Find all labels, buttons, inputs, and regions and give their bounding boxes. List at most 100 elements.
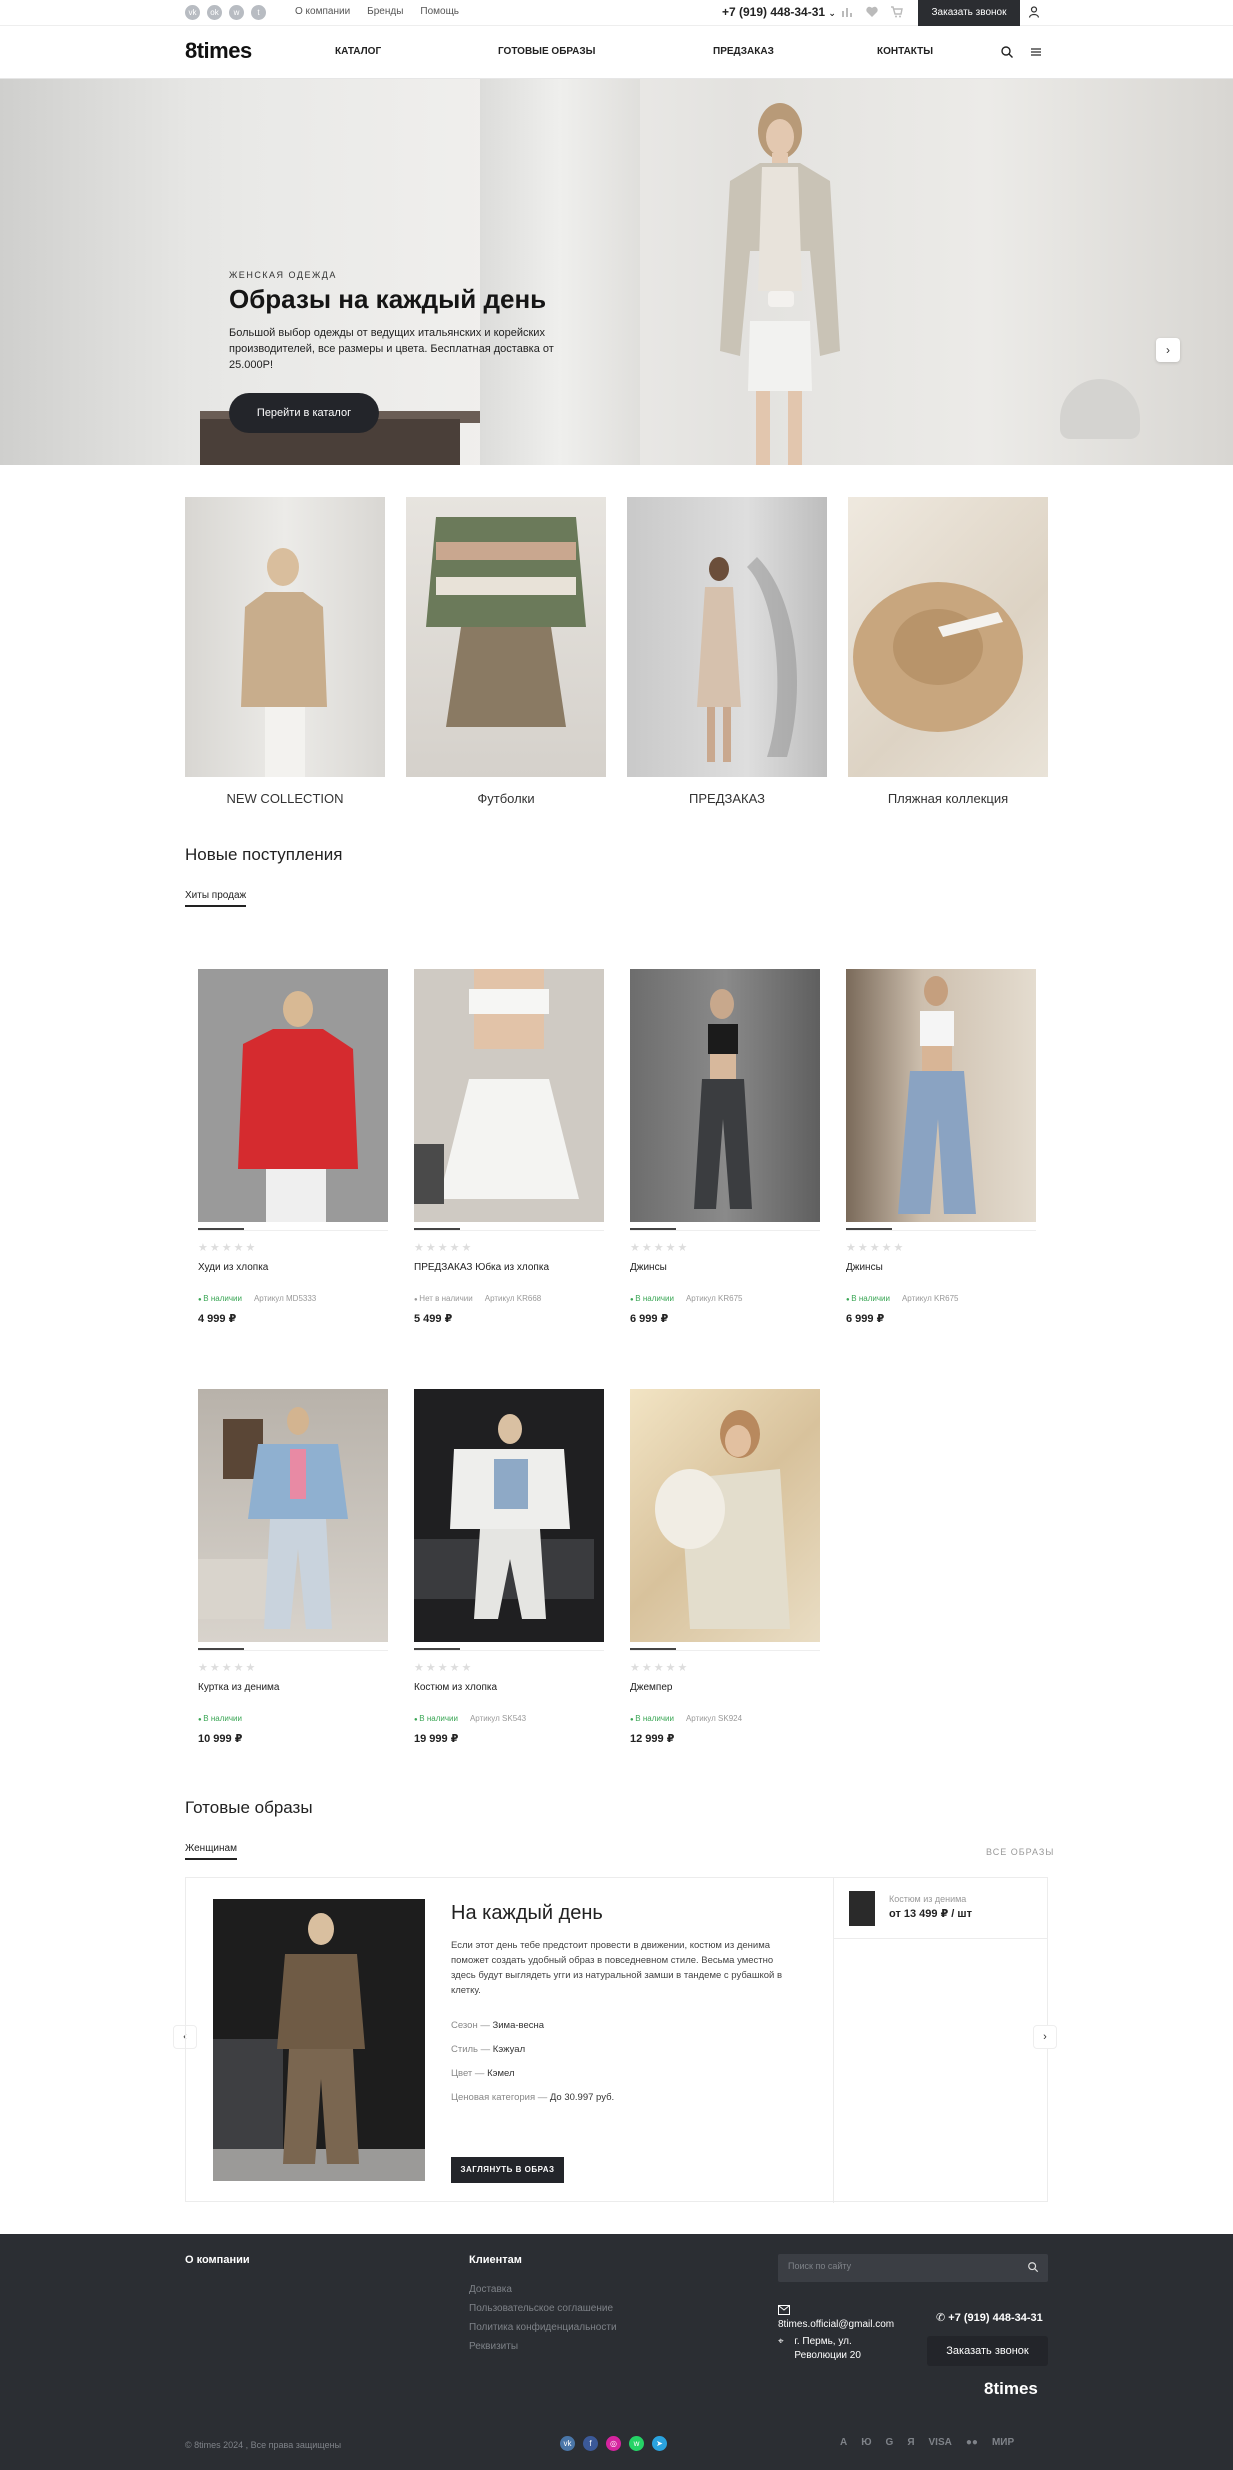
footer-company-heading[interactable]: О компании xyxy=(185,2254,250,2266)
telegram-icon[interactable]: t xyxy=(251,5,266,20)
product-name[interactable]: Джинсы xyxy=(846,1262,1036,1276)
logo[interactable]: 8times xyxy=(185,38,252,64)
view-outfit-button[interactable]: ЗАГЛЯНУТЬ В ОБРАЗ xyxy=(451,2157,564,2183)
footer-email[interactable]: 8times.official@gmail.com xyxy=(778,2305,894,2330)
outfits-title: Готовые образы xyxy=(185,1798,313,1817)
product-article: Артикул KR675 xyxy=(685,1294,743,1303)
telegram-icon[interactable]: ➤ xyxy=(652,2436,667,2451)
product-card[interactable]: ★★★★★ Худи из хлопка В наличии Артикул MD… xyxy=(198,969,388,1325)
yandex-pay-icon: Я xyxy=(907,2437,915,2448)
vk-icon[interactable]: vk xyxy=(560,2436,575,2451)
hero-bg-door xyxy=(480,79,640,465)
user-icon[interactable] xyxy=(1027,5,1041,19)
outfit-season: Сезон — Зима-весна xyxy=(451,2020,544,2031)
instagram-icon[interactable]: ◎ xyxy=(606,2436,621,2451)
rating-stars: ★★★★★ xyxy=(630,1662,690,1674)
attr-key: Ценовая категория — xyxy=(451,2092,550,2103)
tab-women[interactable]: Женщинам xyxy=(185,1843,237,1860)
product-name[interactable]: Джинсы xyxy=(630,1262,820,1276)
stock-status: В наличии xyxy=(198,1294,242,1303)
footer-social: vk f ◎ w ➤ xyxy=(560,2436,667,2451)
search-icon[interactable] xyxy=(1027,2261,1039,2273)
category-image xyxy=(406,497,606,777)
product-meta: В наличии Артикул SK924 xyxy=(630,1714,820,1723)
new-arrivals-title: Новые поступления xyxy=(185,845,343,864)
topbar-link-brands[interactable]: Бренды xyxy=(367,6,403,17)
stock-status: В наличии xyxy=(630,1294,674,1303)
nav-outfits[interactable]: ГОТОВЫЕ ОБРАЗЫ xyxy=(498,46,595,57)
stock-status: В наличии xyxy=(846,1294,890,1303)
product-name[interactable]: Джемпер xyxy=(630,1682,820,1696)
hero-title: Образы на каждый день xyxy=(229,284,547,314)
stock-status: В наличии xyxy=(414,1714,458,1723)
product-card[interactable]: ★★★★★ ПРЕДЗАКАЗ Юбка из хлопка Нет в нал… xyxy=(414,969,604,1325)
product-card[interactable]: ★★★★★ Джинсы В наличии Артикул KR675 6 99… xyxy=(846,969,1036,1325)
tab-bestsellers[interactable]: Хиты продаж xyxy=(185,890,247,907)
footer-link-agreement[interactable]: Пользовательское соглашение xyxy=(469,2303,613,2314)
nav-preorder[interactable]: ПРЕДЗАКАЗ xyxy=(713,46,774,57)
vk-icon[interactable]: vk xyxy=(185,5,200,20)
product-image xyxy=(846,969,1036,1222)
product-card[interactable]: ★★★★★ Куртка из денима В наличии 10 999 … xyxy=(198,1389,388,1745)
outfit-style: Стиль — Кэжуал xyxy=(451,2044,525,2055)
menu-icon[interactable] xyxy=(1029,45,1043,59)
product-card[interactable]: ★★★★★ Джинсы В наличии Артикул KR675 6 99… xyxy=(630,969,820,1325)
product-name[interactable]: ПРЕДЗАКАЗ Юбка из хлопка xyxy=(414,1262,604,1276)
category-label: Футболки xyxy=(477,791,535,806)
topbar: vk ok w t О компании Бренды Помощь +7 (9… xyxy=(0,0,1233,26)
topbar-link-about[interactable]: О компании xyxy=(295,6,350,17)
outfit-image[interactable] xyxy=(213,1899,425,2181)
location-icon: ⌖ xyxy=(778,2336,784,2347)
outfit-item-name[interactable]: Костюм из денима xyxy=(889,1894,966,1904)
topbar-phone[interactable]: +7 (919) 448-34-31 ⌄ xyxy=(722,5,836,19)
mail-icon xyxy=(778,2305,790,2315)
product-price: 19 999 ₽ xyxy=(414,1733,459,1745)
product-card[interactable]: ★★★★★ Джемпер В наличии Артикул SK924 12 … xyxy=(630,1389,820,1745)
nav-contacts[interactable]: КОНТАКТЫ xyxy=(877,46,933,57)
chevron-down-icon: ⌄ xyxy=(828,8,836,18)
footer-link-privacy[interactable]: Политика конфиденциальности xyxy=(469,2322,617,2333)
call-button[interactable]: Заказать звонок xyxy=(918,0,1020,26)
category-label: ПРЕДЗАКАЗ xyxy=(689,791,765,806)
attr-key: Цвет — xyxy=(451,2068,488,2079)
footer-link-delivery[interactable]: Доставка xyxy=(469,2284,512,2295)
outfit-item-price: от 13 499 ₽ / шт xyxy=(889,1908,972,1920)
gpay-icon: G xyxy=(885,2437,894,2448)
whatsapp-icon[interactable]: w xyxy=(629,2436,644,2451)
payment-methods: А Ю G Я VISA ●● МИР xyxy=(840,2437,1014,2448)
product-meta: В наличии Артикул KR675 xyxy=(846,1294,1036,1303)
compare-icon[interactable] xyxy=(840,5,854,19)
category-tile-beach[interactable]: Пляжная коллекция xyxy=(848,497,1048,806)
attr-value: Зима-весна xyxy=(492,2020,545,2031)
category-tile-preorder[interactable]: ПРЕДЗАКАЗ xyxy=(627,497,827,806)
rating-stars: ★★★★★ xyxy=(846,1242,906,1254)
footer-search-input[interactable] xyxy=(788,2261,1008,2271)
all-outfits-link[interactable]: ВСЕ ОБРАЗЫ xyxy=(986,1847,1054,1857)
go-to-catalog-button[interactable]: Перейти в каталог xyxy=(229,393,379,433)
product-card[interactable]: ★★★★★ Костюм из хлопка В наличии Артикул … xyxy=(414,1389,604,1745)
outfit-card: На каждый день Если этот день тебе предс… xyxy=(185,1877,1048,2203)
mastercard-icon: ●● xyxy=(965,2437,978,2448)
topbar-link-help[interactable]: Помощь xyxy=(420,6,459,17)
ok-icon[interactable]: ok xyxy=(207,5,222,20)
product-name[interactable]: Куртка из денима xyxy=(198,1682,388,1696)
cart-icon[interactable] xyxy=(890,5,904,19)
footer-link-requisites[interactable]: Реквизиты xyxy=(469,2341,518,2352)
outfit-next-arrow-icon[interactable]: › xyxy=(1033,2025,1057,2049)
heart-icon[interactable] xyxy=(865,5,879,19)
footer-call-button[interactable]: Заказать звонок xyxy=(927,2336,1048,2366)
nav-catalog[interactable]: КАТАЛОГ xyxy=(335,46,381,57)
footer-phone[interactable]: ✆ +7 (919) 448-34-31 xyxy=(936,2311,1043,2324)
category-tile-tshirts[interactable]: Футболки xyxy=(406,497,606,806)
product-name[interactable]: Костюм из хлопка xyxy=(414,1682,604,1696)
product-article: Артикул KR675 xyxy=(901,1294,959,1303)
product-name[interactable]: Худи из хлопка xyxy=(198,1262,388,1276)
yumoney-icon: Ю xyxy=(861,2437,872,2448)
category-tile-new-collection[interactable]: NEW COLLECTION xyxy=(185,497,385,806)
hero-next-arrow-icon[interactable]: › xyxy=(1156,338,1180,362)
category-label: NEW COLLECTION xyxy=(226,791,344,806)
outfit-item-thumb[interactable] xyxy=(849,1891,875,1926)
whatsapp-icon[interactable]: w xyxy=(229,5,244,20)
facebook-icon[interactable]: f xyxy=(583,2436,598,2451)
search-icon[interactable] xyxy=(1000,45,1014,59)
